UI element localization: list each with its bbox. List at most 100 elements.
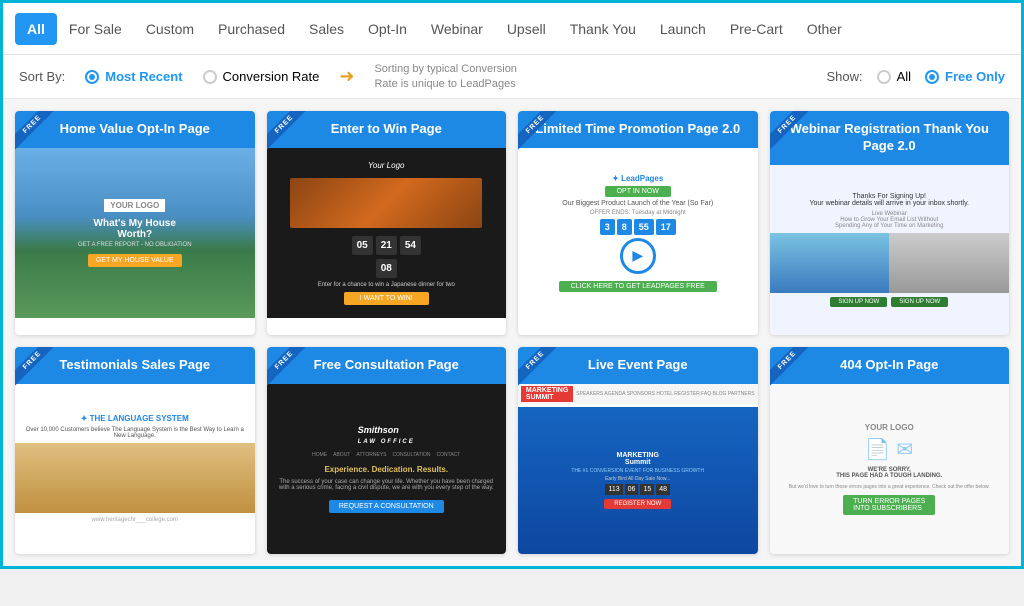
thumb-icons: 📄✉ [865,437,913,462]
thumb-sub: The success of your case can change your… [267,479,507,491]
nav-item-upsell[interactable]: Upsell [495,13,558,45]
card-thumbnail: MARKETINGSUMMIT SPEAKERS AGENDA SPONSORS… [518,384,758,554]
thumb-logo: YOUR LOGO [865,423,914,432]
thumb-text: Experience. Dedication. Results. [324,465,448,474]
nav-item-precart[interactable]: Pre-Cart [718,13,795,45]
nav-item-all[interactable]: All [15,13,57,45]
thumb-logo: ✦ THE LANGUAGE SYSTEM [81,414,189,423]
nav-item-webinar[interactable]: Webinar [419,13,495,45]
arrow-icon: ➜ [339,66,354,87]
card-thumbnail: YOUR LOGO What's My HouseWorth? GET A FR… [15,148,255,318]
show-all-radio[interactable] [877,70,891,84]
card-header: 404 Opt-In Page [770,347,1010,384]
free-ribbon [267,111,311,155]
thumb-cta: I WANT TO WIN! [344,292,429,305]
nav-item-custom[interactable]: Custom [134,13,206,45]
thumb-timer: 05 21 54 [352,236,421,255]
card-testimonials[interactable]: Testimonials Sales Page ✦ THE LANGUAGE S… [15,347,255,554]
thumb-nav: SPEAKERS AGENDA SPONSORS HOTEL REGISTER … [576,391,754,397]
nav-item-launch[interactable]: Launch [648,13,718,45]
nav-item-thankyou[interactable]: Thank You [558,13,648,45]
most-recent-radio[interactable] [85,70,99,84]
card-title: Home Value Opt-In Page [27,121,243,138]
free-ribbon [518,111,562,155]
nav-item-optin[interactable]: Opt-In [356,13,419,45]
free-ribbon [15,111,59,155]
sort-bar: Sort By: Most Recent Conversion Rate ➜ S… [3,55,1021,99]
thumb-cta: GET MY HOUSE VALUE [88,254,182,267]
free-ribbon [770,111,814,155]
play-button[interactable]: ▶ [620,238,656,274]
thumb-logo: ✦ LeadPages [612,174,663,183]
card-header: Webinar Registration Thank You Page 2.0 [770,111,1010,165]
thumb-text: WE'RE SORRY,THIS PAGE HAD A TOUGH LANDIN… [828,467,950,479]
show-free-only[interactable]: Free Only [925,69,1005,84]
card-title: 404 Opt-In Page [782,357,998,374]
card-webinar[interactable]: Webinar Registration Thank You Page 2.0 … [770,111,1010,335]
card-thumbnail: ✦ LeadPages OPT IN NOW Our Biggest Produ… [518,148,758,318]
thumb-text: Thanks For Signing Up!Your webinar detai… [803,193,975,207]
show-all-label: All [897,69,911,84]
thumb-text: Our Biggest Product Launch of the Year (… [556,200,719,207]
thumb-text: What's My HouseWorth? [94,218,176,240]
card-promo[interactable]: Limited Time Promotion Page 2.0 ✦ LeadPa… [518,111,758,335]
card-404optin[interactable]: 404 Opt-In Page YOUR LOGO 📄✉ WE'RE SORRY… [770,347,1010,554]
most-recent-label: Most Recent [105,69,182,84]
thumb-title: MARKETINGSummit [617,452,659,466]
thumb-hero: MARKETINGSummit THE #1 CONVERSION EVENT … [518,407,758,554]
card-enter-win[interactable]: Enter to Win Page Your Logo 05 21 54 08 … [267,111,507,335]
conversion-note: Sorting by typical Conversion Rate is un… [374,62,524,91]
card-title: Live Event Page [530,357,746,374]
sort-by-label: Sort By: [19,69,65,84]
show-label: Show: [826,69,862,84]
card-thumbnail: SmithsonLAW OFFICE HOMEABOUTATTORNEYSCON… [267,384,507,554]
card-title: Free Consultation Page [279,357,495,374]
thumb-logo: SmithsonLAW OFFICE [358,425,415,445]
thumb-cta: REGISTER NOW [604,499,671,509]
thumb-cta: TURN ERROR PAGESINTO SUBSCRIBERS [843,495,935,515]
show-section: Show: All Free Only [826,69,1005,84]
card-thumbnail: Thanks For Signing Up!Your webinar detai… [770,165,1010,335]
card-header: Live Event Page [518,347,758,384]
cards-grid: Home Value Opt-In Page YOUR LOGO What's … [3,99,1021,566]
card-liveevent[interactable]: Live Event Page MARKETINGSUMMIT SPEAKERS… [518,347,758,554]
thumb-cta: OPT IN NOW [605,186,671,197]
thumb-person-image [15,443,255,513]
sort-most-recent[interactable]: Most Recent [85,69,182,84]
card-thumbnail: YOUR LOGO 📄✉ WE'RE SORRY,THIS PAGE HAD A… [770,384,1010,554]
sort-conversion-rate[interactable]: Conversion Rate [203,69,320,84]
card-title: Webinar Registration Thank You Page 2.0 [782,121,998,155]
conversion-rate-radio[interactable] [203,70,217,84]
card-home-optin[interactable]: Home Value Opt-In Page YOUR LOGO What's … [15,111,255,335]
show-all[interactable]: All [877,69,911,84]
thumb-people [770,233,1010,293]
thumb-logo: YOUR LOGO [104,199,165,212]
nav-item-purchased[interactable]: Purchased [206,13,297,45]
free-ribbon [770,347,814,391]
card-title: Testimonials Sales Page [27,357,243,374]
card-header: Enter to Win Page [267,111,507,148]
thumb-cta-bottom: CLICK HERE TO GET LEADPAGES FREE [559,281,717,292]
top-navigation: All For Sale Custom Purchased Sales Opt-… [3,3,1021,55]
free-ribbon [518,347,562,391]
thumb-sub: But we'd love to turn those errors pages… [781,484,998,490]
nav-item-sales[interactable]: Sales [297,13,356,45]
nav-item-other[interactable]: Other [795,13,854,45]
card-thumbnail: Your Logo 05 21 54 08 Enter for a chance… [267,148,507,318]
show-free-radio[interactable] [925,70,939,84]
nav-item-forsale[interactable]: For Sale [57,13,134,45]
card-title: Enter to Win Page [279,121,495,138]
card-consultation[interactable]: Free Consultation Page SmithsonLAW OFFIC… [267,347,507,554]
thumb-food-image [290,178,482,228]
thumb-btns: SIGN UP NOW SIGN UP NOW [830,297,948,307]
card-thumbnail: ✦ THE LANGUAGE SYSTEM Over 10,000 Custom… [15,384,255,554]
thumb-text: Over 10,000 Customers believe The Langua… [15,427,255,439]
thumb-subtitle: THE #1 CONVERSION EVENT FOR BUSINESS GRO… [571,468,704,474]
card-title: Limited Time Promotion Page 2.0 [530,121,746,138]
thumb-counters: 3 8 55 17 [600,219,676,235]
show-free-label: Free Only [945,69,1005,84]
conversion-rate-label: Conversion Rate [223,69,320,84]
card-header: Limited Time Promotion Page 2.0 [518,111,758,148]
free-ribbon [267,347,311,391]
card-header: Home Value Opt-In Page [15,111,255,148]
